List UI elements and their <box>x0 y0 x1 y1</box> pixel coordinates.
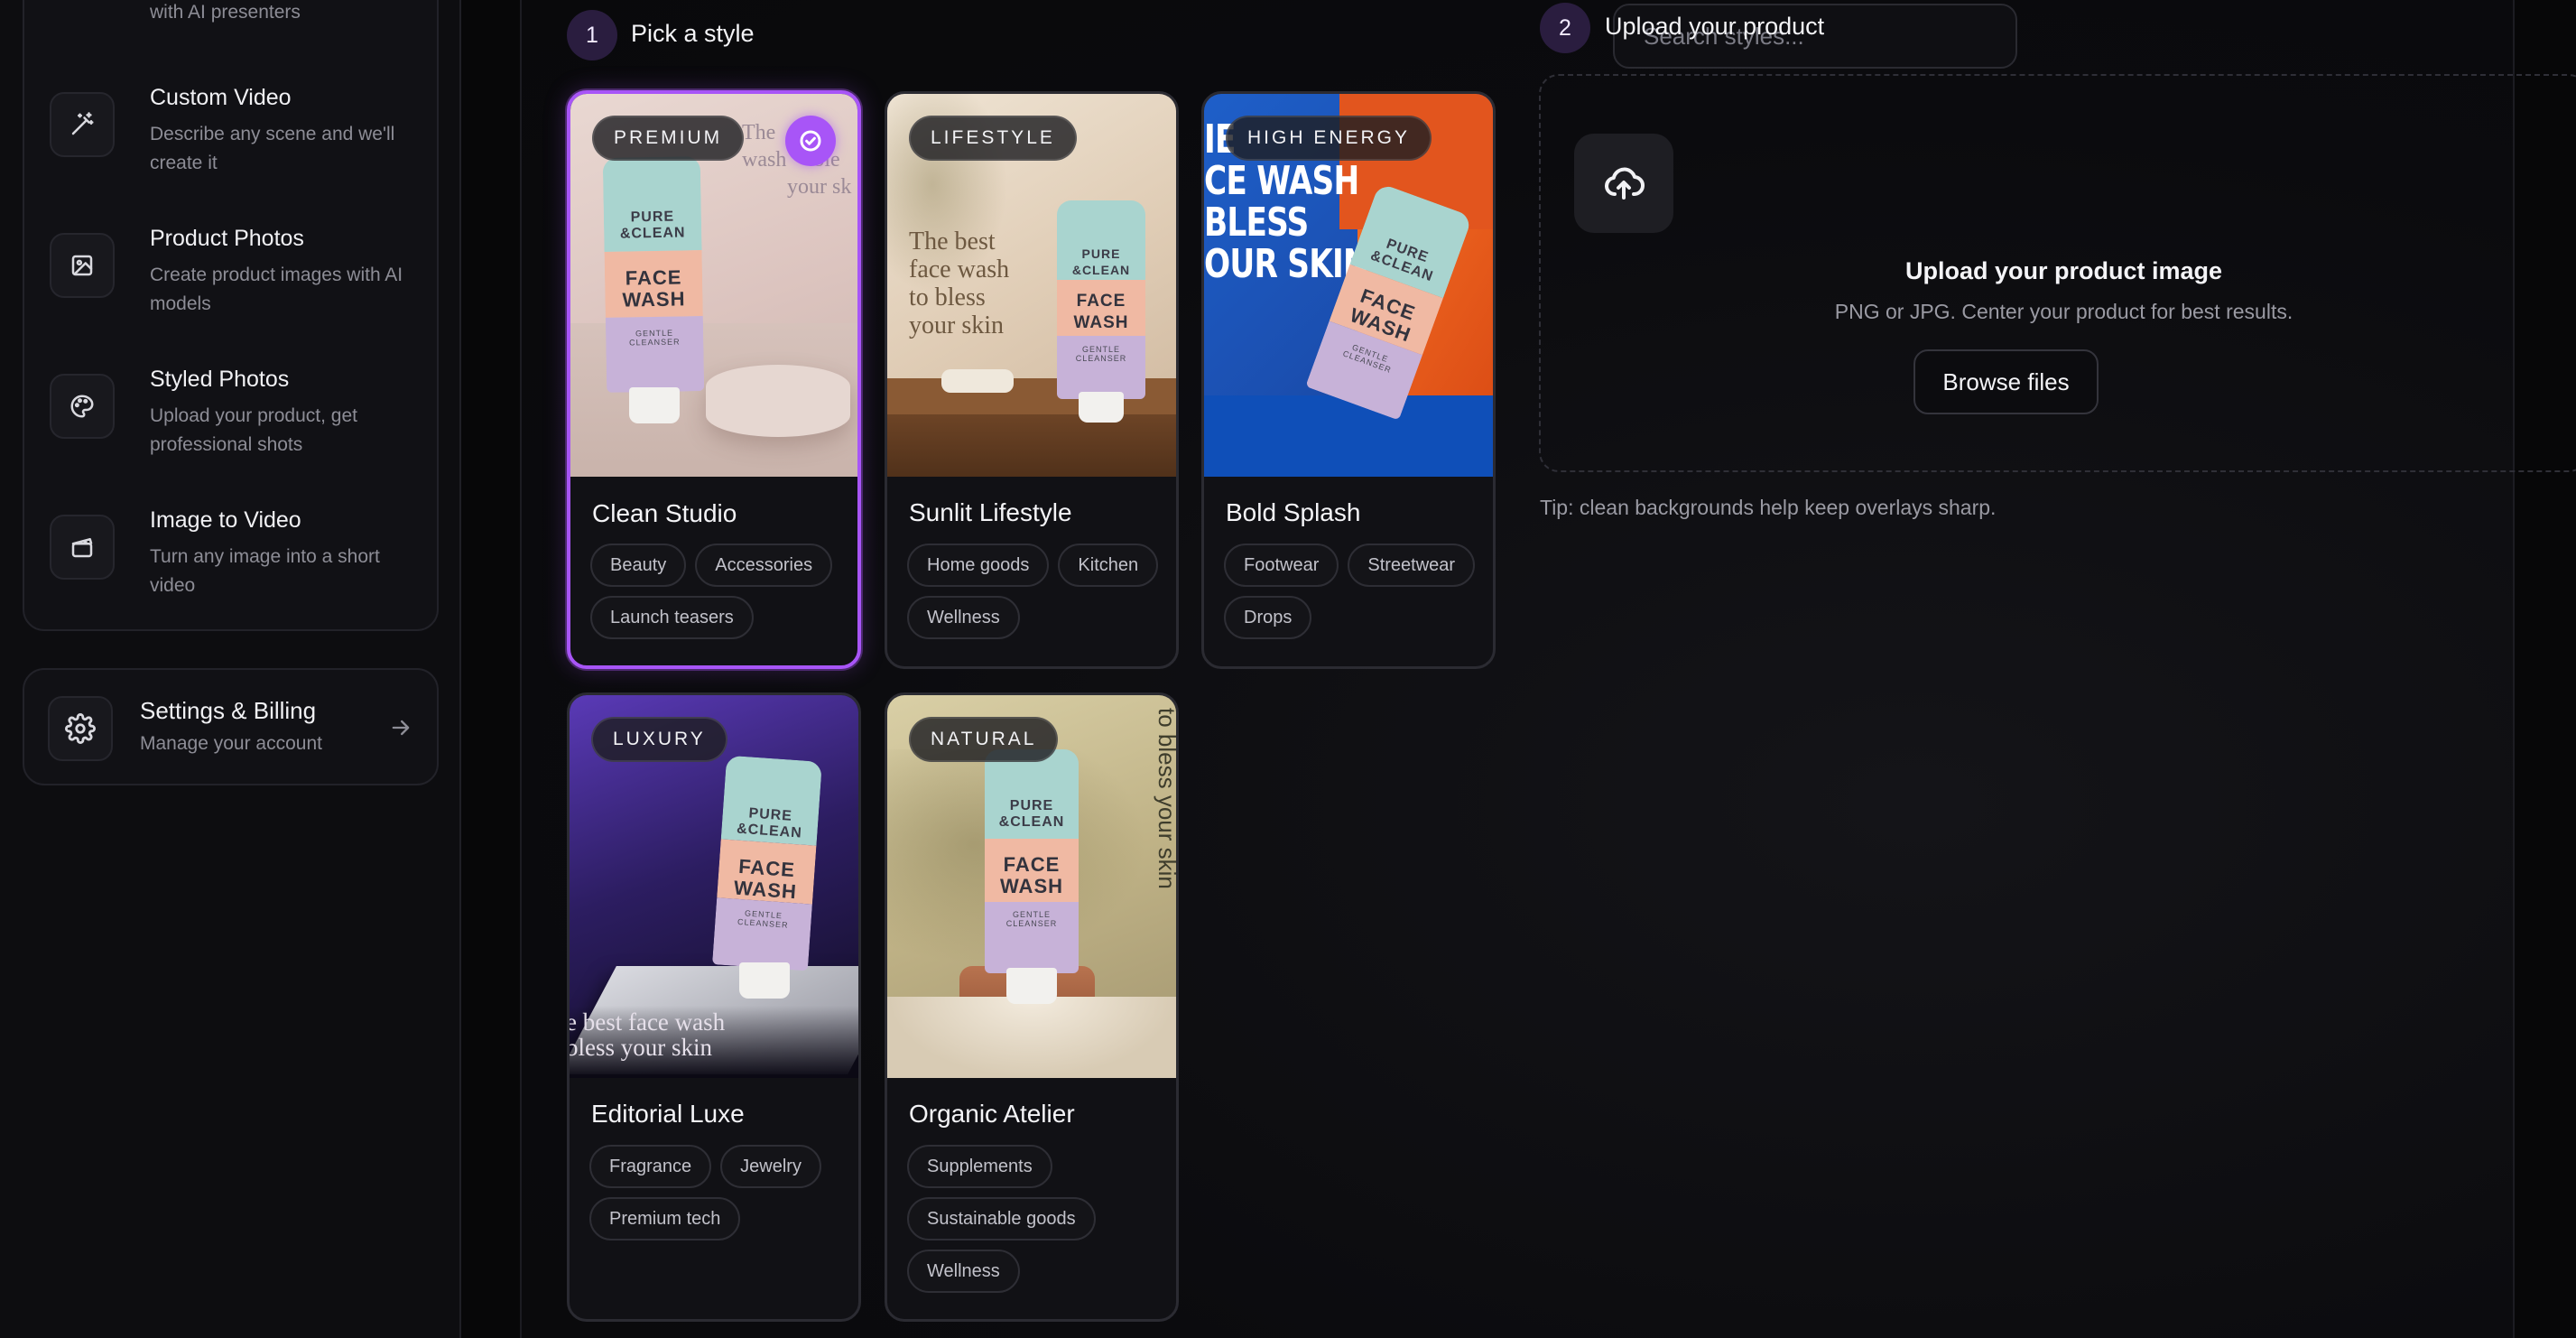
product-cap <box>739 962 790 999</box>
settings-title: Settings & Billing <box>140 697 317 724</box>
style-tags: Beauty Accessories Launch teasers <box>590 544 852 639</box>
browse-files-button[interactable]: Browse files <box>1913 349 2099 414</box>
image-icon <box>50 233 115 298</box>
style-card-sunlit-lifestyle[interactable]: The best face wash to bless your skin PURE &… <box>885 91 1179 669</box>
style-badge: LUXURY <box>591 717 727 762</box>
style-tag: Supplements <box>907 1145 1052 1188</box>
clapperboard-icon <box>50 515 115 580</box>
sidebar-item-desc: Create product images with AI models <box>150 265 403 314</box>
sidebar-item-label: Custom Video <box>150 85 292 110</box>
style-title: Sunlit Lifestyle <box>909 498 1072 526</box>
upload-title: Upload your product image <box>1904 257 2223 284</box>
style-card-bold-splash[interactable]: IE CE WASH BLESS OUR SKIN PURE &CLEAN FACE WA… <box>1201 91 1496 669</box>
settings-billing-link[interactable]: Settings & Billing Manage your account <box>23 668 439 785</box>
step-2-title: Upload your product <box>1605 13 1825 40</box>
style-card-clean-studio[interactable]: The fa wash ble your sk PURE&CLEAN FACEW… <box>567 90 861 669</box>
selected-check-icon <box>785 116 836 166</box>
style-thumbnail: The fa wash ble your sk PURE&CLEAN FACEW… <box>570 94 857 477</box>
product-tube: PURE &CLEAN FACE WASH GENTLE CLEANSER <box>985 749 1079 973</box>
style-title: Editorial Luxe <box>591 1100 745 1128</box>
gear-icon <box>48 696 113 761</box>
product-cap <box>1079 392 1124 423</box>
style-title: Bold Splash <box>1226 498 1361 526</box>
scene-text: to bless your skin <box>1154 708 1176 889</box>
sidebar-item-desc: Turn any image into a short video <box>150 546 380 596</box>
nav-card: with AI presenters Custom Video Describe… <box>23 0 439 631</box>
sidebar-item-product-photos[interactable]: Product Photos Create product images wit… <box>24 215 440 314</box>
product-cap <box>1006 968 1057 1004</box>
cloud-upload-icon[interactable] <box>1574 134 1673 233</box>
style-tag: Beauty <box>590 544 687 587</box>
main-panel: 1 Pick a style The fa wash ble your sk P… <box>520 0 2576 1338</box>
style-card-organic-atelier[interactable]: to bless your skin PURE &CLEAN FACE WASH G… <box>885 692 1179 1322</box>
style-thumbnail: e best face wash bless your skin PURE &CLE… <box>570 695 858 1078</box>
style-badge: HIGH ENERGY <box>1226 116 1432 161</box>
product-tube: PURE &CLEAN FACE WASH GENTLE CLEANSER <box>712 755 822 971</box>
style-tag: Jewelry <box>720 1145 821 1188</box>
upload-subtitle: PNG or JPG. Center your product for best… <box>1834 300 2293 323</box>
style-tag: Kitchen <box>1058 544 1159 587</box>
style-tags: Supplements Sustainable goods Wellness <box>907 1145 1169 1293</box>
arrow-right-icon <box>388 715 413 740</box>
style-tag: Launch teasers <box>590 596 754 639</box>
style-tags: Fragrance Jewelry Premium tech <box>589 1145 851 1240</box>
style-tag: Sustainable goods <box>907 1197 1096 1240</box>
sidebar-item-label: Image to Video <box>150 507 301 533</box>
style-thumbnail: to bless your skin PURE &CLEAN FACE WASH G… <box>887 695 1176 1078</box>
nav-item-desc-fragment: with AI presenters <box>150 2 301 23</box>
style-thumbnail: IE CE WASH BLESS OUR SKIN PURE &CLEAN FACE WA… <box>1204 94 1493 477</box>
scene-text: The best face wash to bless your skin <box>909 228 1010 339</box>
style-card-editorial-luxe[interactable]: e best face wash bless your skin PURE &CLE… <box>567 692 861 1322</box>
style-title: Clean Studio <box>592 499 737 527</box>
step-1-title: Pick a style <box>631 20 755 47</box>
step-1-number: 1 <box>567 10 617 60</box>
style-thumbnail: The best face wash to bless your skin PURE &… <box>887 94 1176 477</box>
sidebar-item-label: Styled Photos <box>150 367 290 392</box>
style-title: Organic Atelier <box>909 1100 1075 1128</box>
product-tube: PURE &CLEAN FACE WASH GENTLE CLEANSER <box>602 156 705 393</box>
style-tag: Footwear <box>1224 544 1339 587</box>
style-tag: Fragrance <box>589 1145 712 1188</box>
sidebar-item-label: Product Photos <box>150 226 304 251</box>
style-tag: Wellness <box>907 1250 1020 1293</box>
style-tag: Wellness <box>907 596 1020 639</box>
style-badge: PREMIUM <box>592 116 745 161</box>
magic-wand-icon <box>50 92 115 157</box>
style-tags: Home goods Kitchen Wellness <box>907 544 1169 639</box>
sidebar-item-custom-video[interactable]: Custom Video Describe any scene and we'l… <box>24 74 440 173</box>
scene-text: e best face wash bless your skin <box>570 1008 726 1061</box>
style-tag: Streetwear <box>1348 544 1476 587</box>
settings-desc: Manage your account <box>140 733 322 754</box>
style-tag: Home goods <box>907 544 1050 587</box>
sidebar-item-desc: Describe any scene and we'll create it <box>150 124 395 173</box>
palette-icon <box>50 374 115 439</box>
product-cap <box>629 387 680 423</box>
style-tags: Footwear Streetwear Drops <box>1224 544 1486 639</box>
style-tag: Accessories <box>695 544 833 587</box>
sidebar-item-image-to-video[interactable]: Image to Video Turn any image into a sho… <box>24 497 440 596</box>
sidebar: with AI presenters Custom Video Describe… <box>0 0 461 1338</box>
app-frame: with AI presenters Custom Video Describe… <box>0 0 2576 1338</box>
sidebar-item-styled-photos[interactable]: Styled Photos Upload your product, get p… <box>24 356 440 455</box>
style-tag: Premium tech <box>589 1197 741 1240</box>
style-badge: NATURAL <box>909 717 1059 762</box>
style-badge: LIFESTYLE <box>909 116 1077 161</box>
product-tube: PURE &CLEAN FACE WASH GENTLE CLEANSER <box>1057 200 1145 399</box>
sidebar-item-desc: Upload your product, get professional sh… <box>150 405 357 455</box>
style-tag: Drops <box>1224 596 1312 639</box>
upload-tip: Tip: clean backgrounds help keep overlay… <box>1540 496 1997 519</box>
step-2-number: 2 <box>1540 3 1590 53</box>
